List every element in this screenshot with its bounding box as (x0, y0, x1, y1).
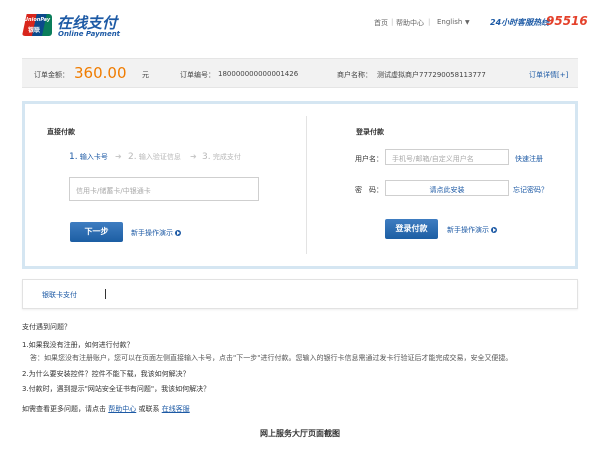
step-2-label: 输入验证信息 (138, 153, 181, 161)
card-number-input[interactable]: 信用卡/储蓄卡/中银通卡 (69, 177, 259, 201)
faq-more-prefix: 如需查看更多问题，请点击 (22, 405, 106, 413)
username-label: 用户名： (355, 155, 383, 163)
language-select[interactable]: English (437, 18, 462, 26)
faq-or-contact: 或联系 (138, 405, 160, 413)
password-input[interactable]: 请点此安装 (385, 180, 509, 196)
faq-question-1: 1.如果我没有注册，如何进行付款？ (22, 341, 134, 349)
faq-more-line: 如需查看更多问题，请点击 帮助中心 或联系 在线客服 (22, 404, 190, 414)
login-pay-title: 登录付款 (356, 128, 384, 136)
order-number-label: 订单编号： (180, 71, 215, 79)
next-step-button[interactable]: 下一步 (70, 222, 123, 242)
figure-caption: 网上服务大厅页面截图 (260, 429, 340, 438)
order-detail-link[interactable]: 订单详情[+] (529, 70, 568, 80)
faq-question-3: 3.付款时，遇到提示"网站安全证书有问题"，我该如何解决？ (22, 385, 211, 393)
play-icon (175, 230, 181, 236)
arrow-right-icon: ➜ (190, 152, 197, 161)
step-3-number: 3. (202, 152, 211, 162)
step-3: 3. 完成支付 (202, 152, 241, 162)
logo-text-top: UnionPay (24, 17, 51, 23)
nav-help-center-link[interactable]: 帮助中心 (396, 18, 424, 28)
arrow-right-icon: ➜ (115, 152, 122, 161)
order-number-value: 180000000000001426 (218, 70, 299, 78)
password-label: 密 码： (355, 186, 383, 194)
demo-link-left[interactable]: 新手操作演示 (131, 228, 181, 238)
nav-separator: | (428, 18, 431, 26)
top-header: UnionPay 银联 在线支付 Online Payment 首页 | 帮助中… (0, 0, 600, 44)
nav-home-link[interactable]: 首页 (374, 18, 388, 28)
play-icon (491, 227, 497, 233)
direct-pay-title: 直接付款 (47, 128, 75, 136)
faq-question-2: 2.为什么要安装控件？控件不能下载，我该如何解决？ (22, 370, 190, 378)
demo-link-label[interactable]: 新手操作演示 (131, 229, 173, 237)
demo-link-right[interactable]: 新手操作演示 (447, 225, 497, 235)
step-2: 2. 输入验证信息 (128, 152, 181, 162)
order-info-bar: 订单金额： 360.00 元 订单编号： 180000000000001426 … (22, 58, 578, 88)
panel-divider (306, 116, 307, 254)
logo-text-bottom: 银联 (28, 27, 41, 34)
step-1-label: 输入卡号 (79, 153, 108, 161)
hotline-number: 95516 (546, 14, 588, 28)
demo-link-label[interactable]: 新手操作演示 (447, 226, 489, 234)
unionpay-logo-icon[interactable]: UnionPay 银联 (22, 14, 52, 36)
brand-subtitle: Online Payment (58, 30, 121, 38)
login-pay-button[interactable]: 登录付款 (385, 219, 438, 239)
step-2-number: 2. (128, 152, 137, 162)
username-input[interactable]: 手机号/邮箱/自定义用户名 (385, 149, 509, 165)
step-3-label: 完成支付 (212, 153, 241, 161)
faq-title: 支付遇到问题？ (22, 323, 71, 331)
hotline-label: 24小时客服热线 (490, 18, 550, 27)
chevron-down-icon[interactable]: ▼ (465, 19, 470, 26)
step-1-number: 1. (69, 152, 78, 162)
payment-method-tabs: 银联卡支付 (22, 279, 578, 309)
merchant-name: 测试虚拟商户777290058113777 (377, 71, 486, 79)
order-amount-unit: 元 (142, 71, 149, 79)
help-center-link[interactable]: 帮助中心 (108, 405, 136, 413)
quick-register-link[interactable]: 快速注册 (515, 154, 543, 164)
forgot-password-link[interactable]: 忘记密码？ (513, 185, 548, 195)
order-amount-value: 360.00 (74, 64, 127, 82)
nav-separator: | (391, 18, 394, 26)
merchant-label: 商户名称： (337, 71, 372, 79)
step-1: 1. 输入卡号 (69, 152, 108, 162)
tab-unionpay-card[interactable]: 银联卡支付 (42, 290, 77, 300)
online-service-link[interactable]: 在线客服 (162, 405, 190, 413)
order-amount-label: 订单金额： (34, 71, 69, 79)
faq-answer-1: 答：如果您没有注册账户，您可以在页面左侧直接输入卡号，点击"下一步"进行付款。您… (30, 354, 513, 362)
text-cursor (105, 289, 106, 299)
